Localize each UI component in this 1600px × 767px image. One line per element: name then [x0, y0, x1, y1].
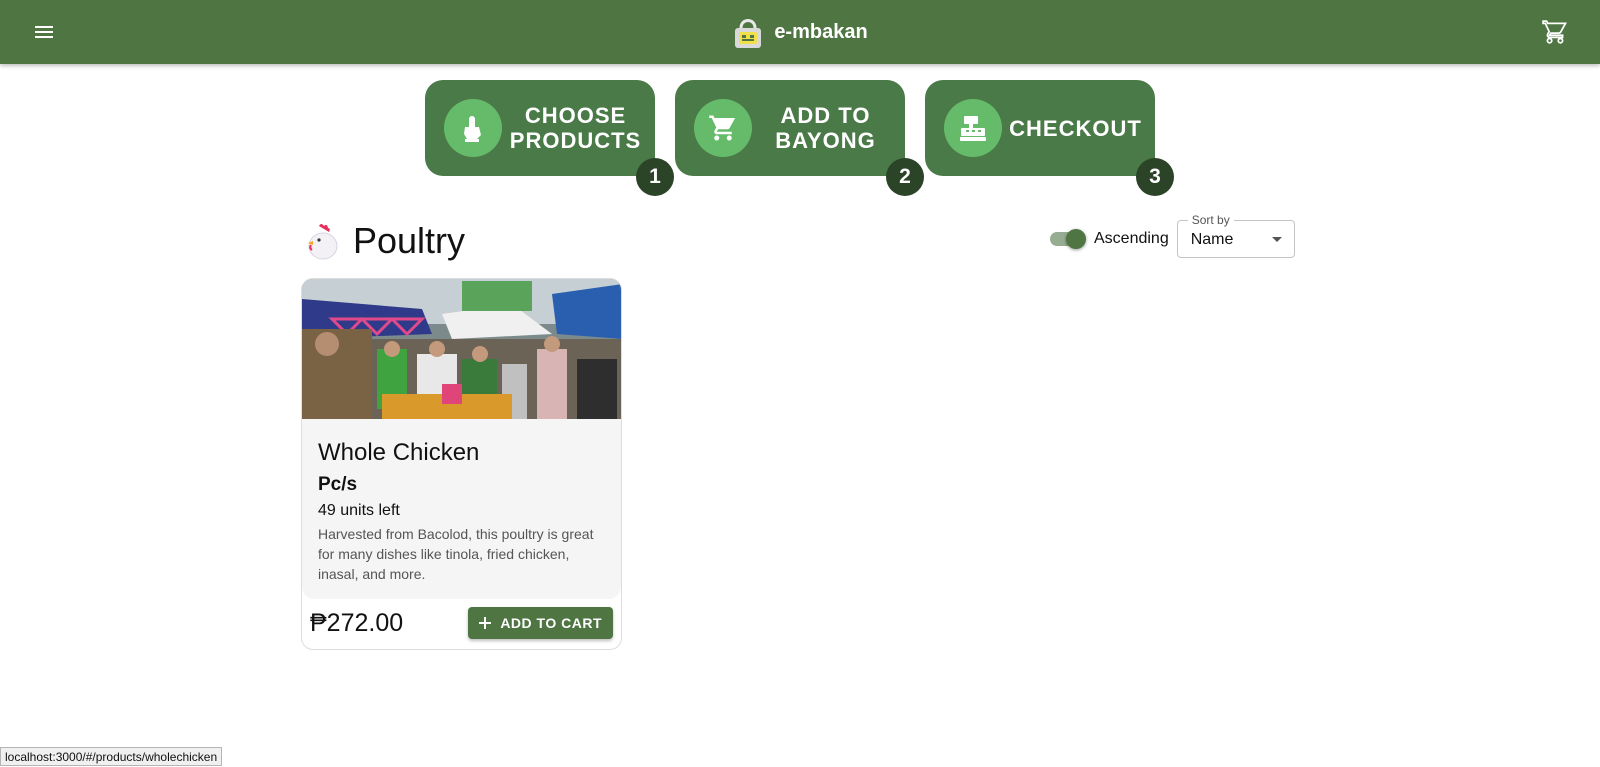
step-number-badge: 3	[1136, 158, 1174, 196]
step-number-badge: 2	[886, 158, 924, 196]
toggle-thumb	[1066, 229, 1086, 249]
brand-title: e-mbakan	[774, 20, 868, 43]
cart-icon	[1542, 20, 1567, 44]
product-details: Whole Chicken Pc/s 49 units left Harvest…	[302, 419, 621, 599]
product-unit: Pc/s	[318, 474, 358, 495]
product-card-footer: ₱272.00 ADD TO CART	[302, 597, 621, 649]
step-label: CHECKOUT	[1009, 115, 1142, 141]
step-icon-circle	[694, 99, 752, 157]
step-label: CHOOSE PRODUCTS	[509, 103, 642, 153]
cart-icon	[709, 115, 736, 141]
link-status-bar: localhost:3000/#/products/wholechicken	[0, 747, 223, 766]
step-number-badge: 1	[636, 158, 674, 196]
brand[interactable]: e-mbakan	[732, 14, 868, 50]
hand-pointer-icon	[464, 116, 481, 142]
add-to-cart-label: ADD TO CART	[500, 615, 602, 631]
sort-by-select[interactable]: Sort by Name	[1176, 213, 1295, 258]
sort-by-value: Name	[1190, 231, 1234, 248]
cash-register-icon	[960, 116, 986, 141]
cart-button[interactable]	[1542, 19, 1568, 45]
product-image	[302, 279, 621, 419]
step-add-to-bayong[interactable]: ADD TO BAYONG 2	[675, 80, 924, 196]
sort-controls: Ascending Sort by Name	[1048, 213, 1295, 258]
menu-button[interactable]	[32, 20, 56, 44]
step-label: ADD TO BAYONG	[775, 103, 876, 153]
sort-by-legend: Sort by	[1187, 213, 1234, 227]
step-icon-circle	[444, 99, 502, 157]
add-to-cart-button[interactable]: ADD TO CART	[468, 607, 613, 639]
ascending-label: Ascending	[1094, 230, 1169, 247]
step-icon-circle	[944, 99, 1002, 157]
plus-icon	[479, 617, 492, 629]
product-stock: 49 units left	[318, 502, 400, 519]
category-title: Poultry	[353, 220, 466, 261]
basket-logo-icon	[735, 19, 762, 48]
chicken-icon	[308, 224, 338, 260]
ascending-toggle[interactable]	[1048, 227, 1086, 251]
app-bar: e-mbakan	[0, 0, 1600, 64]
step-checkout[interactable]: CHECKOUT 3	[925, 80, 1174, 196]
category-heading: Poultry	[305, 220, 465, 262]
product-name: Whole Chicken	[318, 439, 480, 466]
product-description: Harvested from Bacolod, this poultry is …	[318, 526, 594, 582]
chevron-down-icon	[1271, 237, 1282, 242]
step-choose-products[interactable]: CHOOSE PRODUCTS 1	[425, 80, 674, 196]
menu-icon	[35, 26, 53, 38]
product-price: ₱272.00	[310, 608, 404, 637]
checkout-steps: CHOOSE PRODUCTS 1 ADD TO BAYONG 2 CHECKO…	[425, 80, 1174, 196]
product-card[interactable]: Whole Chicken Pc/s 49 units left Harvest…	[301, 278, 622, 650]
